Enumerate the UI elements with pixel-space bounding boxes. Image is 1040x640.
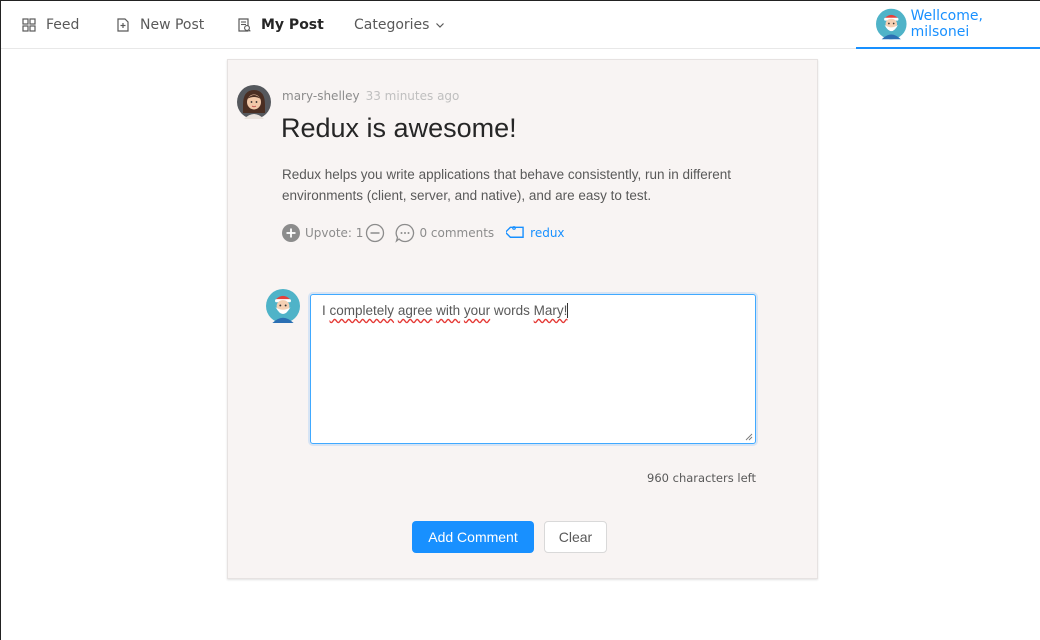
comment-text-part: agree xyxy=(397,303,433,318)
post-meta: mary-shelley 33 minutes ago xyxy=(282,89,459,103)
nav-my-post-label: My Post xyxy=(261,16,324,33)
nav-feed[interactable]: Feed xyxy=(22,1,79,48)
nav-my-post[interactable]: My Post xyxy=(237,1,324,48)
comment-text-part: completely xyxy=(329,303,395,318)
grid-icon xyxy=(22,17,36,32)
comment-text-part: with xyxy=(436,303,461,318)
resize-grip-icon[interactable] xyxy=(745,433,753,441)
post-time: 33 minutes ago xyxy=(365,89,460,103)
characters-left-counter: 960 characters left xyxy=(647,471,756,485)
comment-text-part: Mary! xyxy=(533,303,568,318)
comment-text-part: I xyxy=(322,303,330,318)
nav-new-post-label: New Post xyxy=(140,16,205,33)
text-caret xyxy=(567,303,569,318)
post-actions: Upvote: 1 0 comments redux xyxy=(281,221,565,245)
comment-text-part: your xyxy=(463,303,491,318)
commenter-avatar xyxy=(266,289,300,323)
upvote-count: Upvote: 1 xyxy=(305,226,364,240)
author-avatar xyxy=(237,85,271,119)
new-file-icon xyxy=(117,17,129,32)
upvote-plus-icon[interactable] xyxy=(281,223,301,243)
nav-categories-label: Categories xyxy=(354,16,430,33)
comment-bubble-icon[interactable] xyxy=(395,223,415,243)
author-name[interactable]: mary-shelley xyxy=(282,89,360,103)
comment-text-part: words xyxy=(490,303,534,318)
post-title: Redux is awesome! xyxy=(281,113,517,143)
tag-icon xyxy=(506,226,524,238)
add-comment-button[interactable]: Add Comment xyxy=(412,521,534,553)
nav-new-post[interactable]: New Post xyxy=(116,1,204,48)
post-body: Redux helps you write applications that … xyxy=(282,167,732,203)
user-menu[interactable]: Wellcome, milsonei xyxy=(856,1,1040,49)
nav-categories[interactable]: Categories xyxy=(354,1,445,48)
clear-button[interactable]: Clear xyxy=(544,521,607,553)
post-tag[interactable]: redux xyxy=(530,226,564,240)
post-card: mary-shelley 33 minutes ago Redux is awes… xyxy=(227,59,818,579)
comment-count: 0 comments xyxy=(419,226,495,240)
document-list-icon xyxy=(238,17,251,32)
user-avatar xyxy=(876,8,907,40)
welcome-text: Wellcome, milsonei xyxy=(910,8,983,40)
top-nav: Feed New Post My Post Categories Wellcom… xyxy=(1,1,1040,49)
downvote-minus-icon[interactable] xyxy=(365,223,385,243)
chevron-down-icon xyxy=(436,22,445,28)
comment-textarea[interactable]: I completely agree with your words Mary! xyxy=(310,294,756,444)
nav-feed-label: Feed xyxy=(46,16,80,33)
